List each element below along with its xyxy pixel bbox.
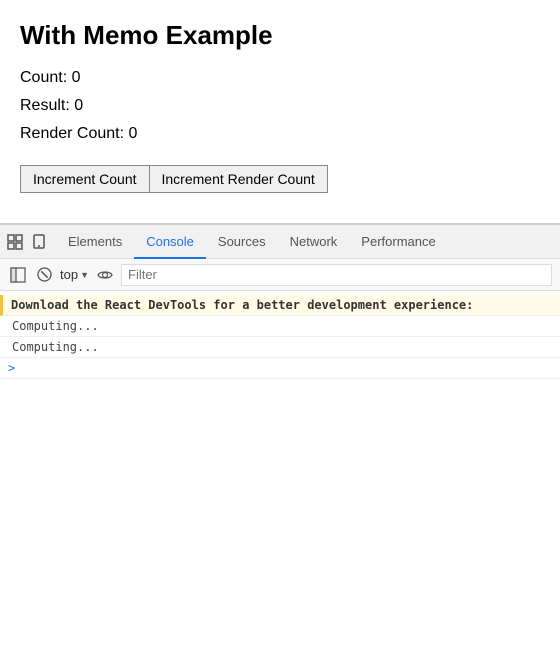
clear-console-icon[interactable] — [34, 265, 54, 285]
devtools-tabs: Elements Console Sources Network Perform… — [56, 225, 448, 258]
console-warning-text: Download the React DevTools for a better… — [11, 298, 473, 312]
console-filter-input[interactable] — [121, 264, 552, 286]
chevron-down-icon: ▼ — [80, 270, 89, 280]
console-log-row-2: Computing... — [0, 337, 560, 358]
tab-performance[interactable]: Performance — [349, 225, 447, 259]
device-toolbar-icon[interactable] — [28, 231, 50, 253]
buttons-row: Increment Count Increment Render Count — [20, 165, 540, 193]
console-warning-row: Download the React DevTools for a better… — [0, 295, 560, 316]
result-display: Result: 0 — [20, 97, 540, 115]
tab-network[interactable]: Network — [278, 225, 350, 259]
count-display: Count: 0 — [20, 69, 540, 87]
render-count-display: Render Count: 0 — [20, 125, 540, 143]
tab-console[interactable]: Console — [134, 225, 206, 259]
console-prompt-symbol: > — [8, 361, 15, 375]
sidebar-toggle-icon[interactable] — [8, 265, 28, 285]
console-output: Download the React DevTools for a better… — [0, 291, 560, 491]
tab-sources[interactable]: Sources — [206, 225, 278, 259]
context-selector[interactable]: top ▼ — [60, 267, 89, 282]
devtools-tabbar: Elements Console Sources Network Perform… — [0, 225, 560, 259]
increment-count-button[interactable]: Increment Count — [20, 165, 149, 193]
devtools-panel: Elements Console Sources Network Perform… — [0, 223, 560, 491]
inspect-element-icon[interactable] — [4, 231, 26, 253]
console-prompt-row[interactable]: > — [0, 358, 560, 379]
eye-icon[interactable] — [95, 265, 115, 285]
console-log-text-2: Computing... — [12, 340, 99, 354]
app-container: With Memo Example Count: 0 Result: 0 Ren… — [0, 0, 560, 213]
console-log-text-1: Computing... — [12, 319, 99, 333]
context-label: top — [60, 267, 78, 282]
app-title: With Memo Example — [20, 20, 540, 51]
increment-render-count-button[interactable]: Increment Render Count — [149, 165, 328, 193]
tab-elements[interactable]: Elements — [56, 225, 134, 259]
console-toolbar: top ▼ — [0, 259, 560, 291]
console-log-row-1: Computing... — [0, 316, 560, 337]
